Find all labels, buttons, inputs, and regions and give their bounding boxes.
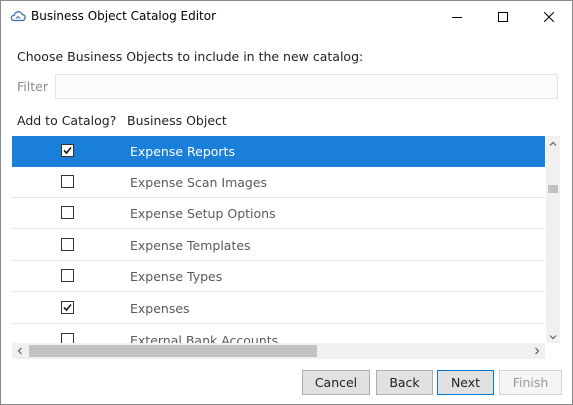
business-object-name: Expense Setup Options <box>130 206 276 221</box>
filter-label: Filter <box>17 79 48 94</box>
add-to-catalog-checkbox[interactable] <box>61 206 74 219</box>
business-object-name: Expenses <box>130 301 190 316</box>
add-to-catalog-checkbox[interactable] <box>61 144 74 157</box>
list-item[interactable]: External Bank Accounts <box>12 325 545 343</box>
scroll-down-arrow-icon[interactable] <box>546 329 560 343</box>
add-to-catalog-checkbox[interactable] <box>61 269 74 282</box>
horizontal-scroll-thumb[interactable] <box>29 345 317 357</box>
business-object-name: Expense Templates <box>130 238 251 253</box>
add-to-catalog-checkbox[interactable] <box>61 333 74 343</box>
vertical-scroll-thumb[interactable] <box>548 185 558 193</box>
list-item[interactable]: Expense Templates <box>12 230 545 261</box>
instruction-text: Choose Business Objects to include in th… <box>17 49 364 64</box>
title-bar: Business Object Catalog Editor <box>1 1 572 32</box>
finish-button[interactable]: Finish <box>499 370 562 395</box>
list-item[interactable]: Expenses <box>12 293 545 324</box>
cancel-button[interactable]: Cancel <box>302 370 370 395</box>
minimize-icon <box>452 12 462 22</box>
business-object-list: Expense Reports Expense Scan Images Expe… <box>12 136 545 343</box>
close-button[interactable] <box>526 1 572 32</box>
vertical-scrollbar[interactable] <box>546 136 560 343</box>
filter-input[interactable] <box>55 74 558 99</box>
scroll-up-arrow-icon[interactable] <box>546 136 560 150</box>
catalog-editor-window: Business Object Catalog Editor Choose Bu… <box>0 0 573 405</box>
add-to-catalog-checkbox[interactable] <box>61 238 74 251</box>
scroll-right-arrow-icon[interactable] <box>529 343 545 359</box>
list-item[interactable]: Expense Reports <box>12 136 545 167</box>
business-object-name: External Bank Accounts <box>130 333 279 343</box>
next-button[interactable]: Next <box>437 370 494 395</box>
minimize-button[interactable] <box>434 1 480 32</box>
checkmark-icon <box>63 146 72 155</box>
add-to-catalog-checkbox[interactable] <box>61 175 74 188</box>
business-object-name: Expense Types <box>130 269 223 284</box>
column-header-add-to-catalog: Add to Catalog? <box>17 113 117 128</box>
list-item[interactable]: Expense Setup Options <box>12 198 545 229</box>
list-item[interactable]: Expense Types <box>12 261 545 292</box>
add-to-catalog-checkbox[interactable] <box>61 301 74 314</box>
window-title: Business Object Catalog Editor <box>31 9 217 23</box>
horizontal-scrollbar[interactable] <box>12 343 545 359</box>
business-object-name: Expense Scan Images <box>130 175 268 190</box>
scroll-left-arrow-icon[interactable] <box>12 343 28 359</box>
maximize-button[interactable] <box>480 1 526 32</box>
back-button[interactable]: Back <box>376 370 433 395</box>
checkmark-icon <box>63 303 72 312</box>
close-icon <box>544 11 554 22</box>
maximize-icon <box>498 11 508 22</box>
business-object-name: Expense Reports <box>130 144 235 159</box>
list-item[interactable]: Expense Scan Images <box>12 167 545 198</box>
cloud-icon <box>9 7 27 25</box>
column-header-business-object: Business Object <box>127 113 227 128</box>
